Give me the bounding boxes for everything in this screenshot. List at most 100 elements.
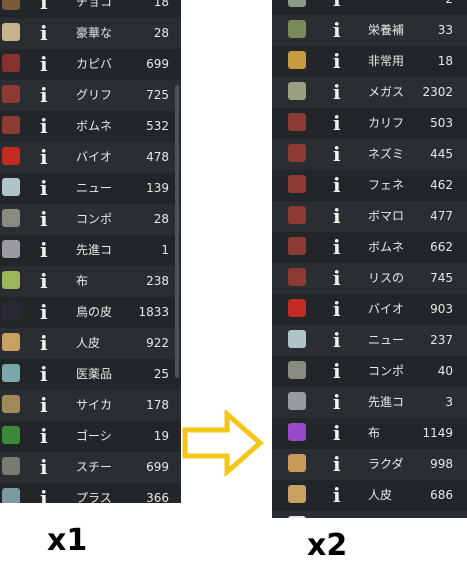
resource-count: 922 [146, 336, 169, 350]
right-resource-list: i2i栄養補33i非常用18iメガス2302iカリフ503iネズミ445iフェネ… [272, 0, 467, 518]
resource-name: 布 [76, 274, 89, 288]
resource-row: i フェネ 462 [272, 170, 467, 201]
resource-row: i スチー 699 [0, 452, 181, 483]
info-icon[interactable]: i [333, 359, 341, 383]
scale-label-x2: x2 [307, 528, 348, 563]
info-icon[interactable]: i [40, 300, 48, 324]
meat-icon [288, 144, 306, 162]
meat-icon [288, 206, 306, 224]
info-icon[interactable]: i [40, 83, 48, 107]
meat-icon [2, 85, 20, 103]
resource-row: i ゴーシ 19 [0, 421, 181, 452]
nutrient-icon [288, 20, 306, 38]
medicine-icon [2, 364, 20, 382]
neutroamine-icon [288, 330, 306, 348]
info-icon[interactable]: i [333, 0, 341, 11]
info-icon[interactable]: i [40, 21, 48, 45]
info-icon[interactable]: i [333, 80, 341, 104]
left-scrollbar[interactable] [175, 85, 179, 378]
resource-row: i ラクダ 998 [272, 449, 467, 480]
resource-name: 人皮 [76, 336, 101, 350]
meat-icon [288, 268, 306, 286]
info-icon[interactable]: i [40, 207, 48, 231]
info-icon[interactable]: i [333, 173, 341, 197]
resource-count: 366 [146, 491, 169, 503]
resource-count: 462 [430, 178, 453, 192]
resource-name: ラクダ [368, 457, 404, 471]
info-icon[interactable]: i [333, 328, 341, 352]
resource-row: i バイオ 903 [272, 294, 467, 325]
resource-row: i バイオ 478 [0, 142, 181, 173]
resource-row: i ボムネ 662 [272, 232, 467, 263]
info-icon[interactable]: i [333, 235, 341, 259]
info-icon[interactable]: i [40, 455, 48, 479]
resource-count: 745 [430, 271, 453, 285]
resource-row: i 豪華な 28 [0, 18, 181, 49]
info-icon[interactable]: i [333, 111, 341, 135]
info-icon[interactable]: i [40, 52, 48, 76]
resource-row: i 医薬品 25 [0, 359, 181, 390]
resource-name: メガス [368, 85, 404, 99]
leather-icon [288, 485, 306, 503]
resource-name: ニュー [76, 181, 113, 195]
resource-count: 28 [153, 212, 169, 226]
resource-count: 2 [445, 0, 453, 7]
advanced-component-icon [2, 240, 20, 258]
resource-count: 40 [437, 364, 453, 378]
info-icon[interactable]: i [40, 145, 48, 169]
resource-row: i 人皮 922 [0, 328, 181, 359]
resource-count: 699 [146, 460, 169, 474]
resource-count: 686 [430, 488, 453, 502]
info-icon[interactable]: i [40, 362, 48, 386]
info-icon[interactable]: i [40, 486, 48, 503]
resource-name: 非常用 [368, 54, 404, 68]
info-icon[interactable]: i [40, 424, 48, 448]
resource-name: コンポ [368, 364, 404, 378]
resource-row: i 先進コ 3 [272, 387, 467, 418]
info-icon[interactable]: i [333, 204, 341, 228]
info-icon[interactable]: i [333, 421, 341, 445]
resource-row: i サイカ 178 [0, 390, 181, 421]
resource-row: i グリフ 725 [0, 80, 181, 111]
resource-row: i ニュー 237 [272, 325, 467, 356]
plasteel-icon [2, 488, 20, 503]
info-icon[interactable]: i [40, 0, 48, 14]
resource-name: カピバ [76, 57, 113, 71]
resource-name: 鳥の皮 [76, 305, 113, 319]
info-icon[interactable]: i [40, 331, 48, 355]
steel-icon [2, 457, 20, 475]
resource-row: i 栄養補 33 [272, 15, 467, 46]
wood-icon [2, 395, 20, 413]
resource-row: i ネズミ 445 [272, 139, 467, 170]
info-icon[interactable]: i [333, 266, 341, 290]
info-icon[interactable]: i [333, 18, 341, 42]
resource-name: ネズミ [368, 147, 404, 161]
info-icon[interactable]: i [40, 114, 48, 138]
meat-icon [288, 237, 306, 255]
resource-row: i ニュー 139 [0, 173, 181, 204]
info-icon[interactable]: i [333, 483, 341, 507]
resource-count: 503 [430, 116, 453, 130]
info-icon[interactable]: i [333, 452, 341, 476]
info-icon[interactable]: i [333, 49, 341, 73]
info-icon[interactable]: i [40, 269, 48, 293]
resource-row: i プラス 366 [0, 483, 181, 503]
resource-count: 2302 [422, 85, 453, 99]
resource-row: i メガス 2302 [272, 77, 467, 108]
resource-count: 25 [153, 367, 169, 381]
cloth-icon [288, 423, 306, 441]
info-icon[interactable]: i [333, 297, 341, 321]
resource-name: コンポ [76, 212, 113, 226]
info-icon[interactable]: i [333, 390, 341, 414]
info-icon[interactable]: i [40, 176, 48, 200]
info-icon[interactable]: i [40, 238, 48, 262]
resource-row: iスラン256 [272, 511, 467, 518]
neutroamine-icon [2, 178, 20, 196]
info-icon[interactable]: i [333, 514, 341, 518]
info-icon[interactable]: i [40, 393, 48, 417]
vegetable-icon [288, 82, 306, 100]
herbal-icon [2, 426, 20, 444]
info-icon[interactable]: i [333, 142, 341, 166]
resource-count: 139 [146, 181, 169, 195]
resource-row: i 先進コ 1 [0, 235, 181, 266]
